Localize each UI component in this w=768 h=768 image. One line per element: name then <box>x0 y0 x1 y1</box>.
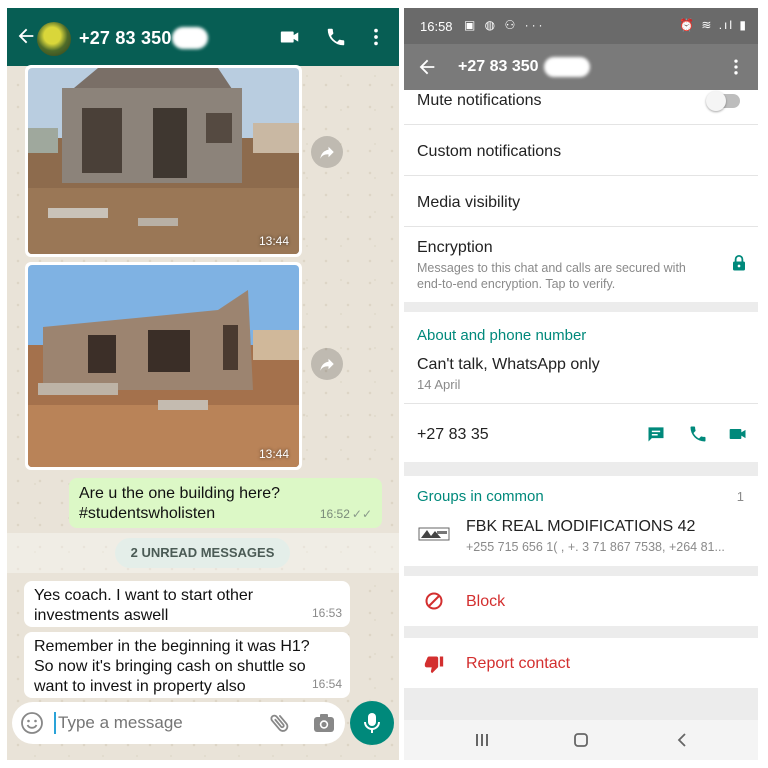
custom-notifications-label[interactable]: Custom notifications <box>417 143 561 161</box>
back-arrow-icon[interactable] <box>416 56 438 78</box>
message-line: investments aswell <box>34 607 169 624</box>
image-message[interactable]: 13:44 <box>25 65 302 257</box>
lock-icon <box>733 255 745 271</box>
emoji-icon[interactable] <box>20 711 44 735</box>
construction-image <box>28 265 299 467</box>
forward-button[interactable] <box>311 136 343 168</box>
house-photo: 13:44 <box>28 265 299 467</box>
video-call-icon[interactable] <box>279 26 301 48</box>
block-label[interactable]: Block <box>466 593 505 611</box>
encryption-description-line: end-to-end encryption. Tap to verify. <box>417 277 616 291</box>
about-section-title: About and phone number <box>417 327 587 344</box>
incoming-message[interactable]: Yes coach. I want to start other investm… <box>24 581 350 627</box>
voice-record-button[interactable] <box>350 701 394 745</box>
chat-screen: +27 83 350 13:44 13:44 Are u the one bui… <box>7 8 399 760</box>
redacted-number <box>172 27 208 49</box>
group-name[interactable]: FBK REAL MODIFICATIONS 42 <box>466 518 695 536</box>
message-input[interactable] <box>54 712 254 734</box>
contact-info-screen: 16:58 ▣ ◍ ⚇ ··· ⏰ ≋ .ıl ▮ +27 83 350 Mut… <box>404 8 758 760</box>
app-bar: +27 83 350 <box>404 44 758 90</box>
message-line: So now it's bringing cash on shuttle so <box>34 658 306 675</box>
notification-icons: ▣ ◍ ⚇ ··· <box>464 18 546 32</box>
image-message[interactable]: 13:44 <box>25 262 302 470</box>
video-call-icon[interactable] <box>728 424 748 444</box>
block-row[interactable] <box>404 576 758 626</box>
contact-title: +27 83 350 <box>458 58 539 75</box>
message-line: Are u the one building here? <box>79 485 281 502</box>
voice-call-icon[interactable] <box>325 26 347 48</box>
thumbs-down-icon <box>424 656 444 674</box>
phone-call-icon[interactable] <box>688 424 708 444</box>
message-icon[interactable] <box>646 424 666 444</box>
block-icon <box>425 592 443 610</box>
about-date: 14 April <box>417 377 461 392</box>
unread-messages-banner: 2 UNREAD MESSAGES <box>115 538 290 568</box>
android-nav-bar <box>404 720 758 760</box>
microphone-icon <box>364 713 380 733</box>
more-options-icon[interactable] <box>365 26 387 48</box>
redacted-number <box>490 428 538 444</box>
about-text: Can't talk, WhatsApp only <box>417 356 600 373</box>
forward-button[interactable] <box>311 348 343 380</box>
back-icon[interactable] <box>674 732 690 748</box>
mute-notifications-label[interactable]: Mute notifications <box>417 92 542 110</box>
forward-icon <box>320 146 334 159</box>
divider <box>404 403 758 404</box>
chat-header: +27 83 350 <box>7 8 399 66</box>
message-line: Remember in the beginning it was H1? <box>34 638 310 655</box>
outgoing-message[interactable]: Are u the one building here? #studentswh… <box>69 478 382 528</box>
home-icon[interactable] <box>573 732 589 748</box>
forward-icon <box>320 358 334 371</box>
redacted-number <box>544 57 590 77</box>
recent-apps-icon[interactable] <box>474 732 490 748</box>
back-arrow-icon[interactable] <box>15 25 37 47</box>
image-time: 13:44 <box>258 234 289 248</box>
report-row[interactable] <box>404 638 758 688</box>
status-bar: 16:58 ▣ ◍ ⚇ ··· ⏰ ≋ .ıl ▮ <box>404 8 758 44</box>
message-time: 16:54 <box>311 677 342 691</box>
report-contact-label[interactable]: Report contact <box>466 655 570 673</box>
incoming-message[interactable]: Remember in the beginning it was H1? So … <box>24 632 350 698</box>
mute-toggle[interactable] <box>706 91 740 111</box>
status-time: 16:58 <box>420 19 453 34</box>
image-time: 13:44 <box>258 447 289 461</box>
divider <box>404 226 758 227</box>
read-ticks-icon: ✓✓ <box>351 507 372 521</box>
divider <box>404 175 758 176</box>
camera-icon[interactable] <box>312 711 336 735</box>
groups-count: 1 <box>736 489 744 504</box>
encryption-description-line: Messages to this chat and calls are secu… <box>417 261 686 275</box>
message-time-text: 16:52 <box>319 507 350 521</box>
phone-number[interactable]: +27 83 35 <box>417 426 489 444</box>
more-options-icon[interactable] <box>726 57 746 77</box>
media-visibility-label[interactable]: Media visibility <box>417 194 520 212</box>
message-time: 16:52 ✓✓ <box>320 504 372 524</box>
attach-icon[interactable] <box>268 711 292 735</box>
message-line: want to invest in property also <box>34 678 246 695</box>
message-line: Yes coach. I want to start other <box>34 587 254 604</box>
group-avatar-icon[interactable] <box>417 522 451 548</box>
groups-section-title: Groups in common <box>417 488 544 505</box>
contact-avatar[interactable] <box>37 22 71 56</box>
message-time: 16:53 <box>311 606 342 620</box>
group-members: +255 715 656 1( , +. 3 71 867 7538, +264… <box>466 540 725 554</box>
message-composer <box>12 702 345 744</box>
divider <box>404 124 758 125</box>
system-status-icons: ⏰ ≋ .ıl ▮ <box>679 18 748 32</box>
contact-title[interactable]: +27 83 350 <box>79 28 172 49</box>
house-photo: 13:44 <box>28 68 299 254</box>
construction-image <box>28 68 299 254</box>
encryption-label[interactable]: Encryption <box>417 239 493 257</box>
